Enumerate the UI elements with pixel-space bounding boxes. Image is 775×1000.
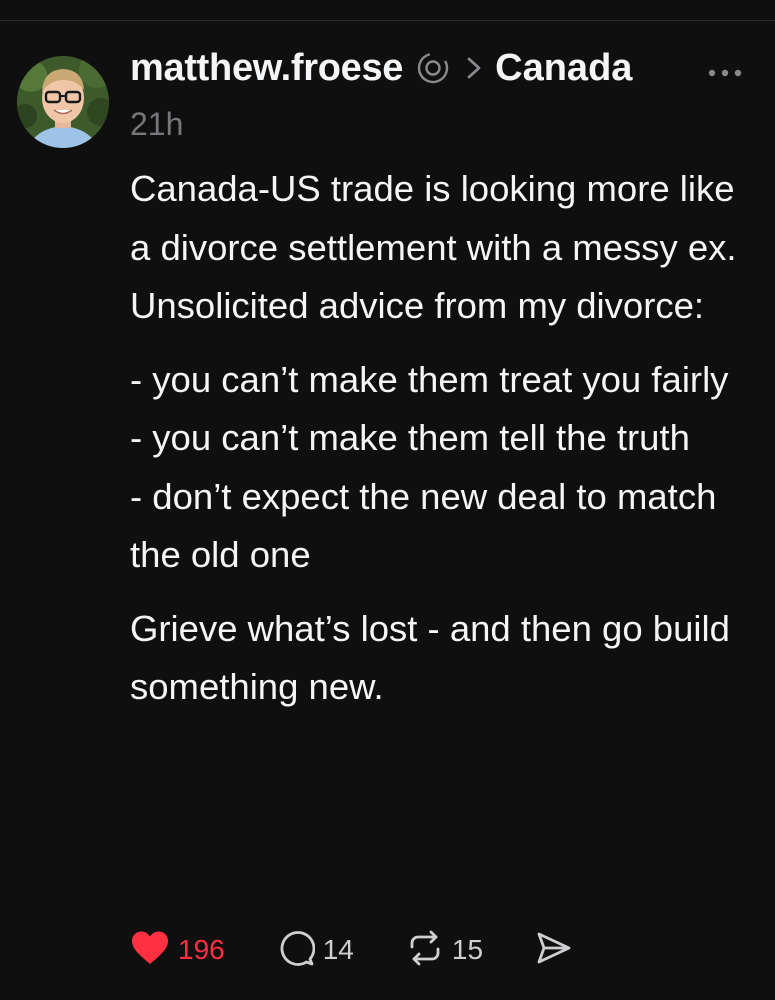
repost-button[interactable]: 15 [406, 929, 483, 972]
post-header: matthew.froese Canada [130, 44, 632, 92]
reply-button[interactable]: 14 [277, 929, 354, 972]
community-link[interactable]: Canada [495, 47, 632, 90]
post-paragraph: Grieve what’s lost - and then go build s… [130, 607, 730, 708]
like-button[interactable]: 196 [130, 930, 225, 971]
post-paragraph: Canada-US trade is looking more like a d… [130, 168, 737, 326]
like-count: 196 [178, 934, 225, 965]
post-list-item: - you can’t make them tell the truth [130, 417, 690, 458]
send-icon [535, 930, 573, 971]
comment-icon [277, 929, 315, 972]
repost-icon [406, 929, 444, 972]
repost-count: 15 [451, 934, 484, 965]
reply-count: 14 [322, 934, 354, 965]
post-timestamp: 21h [130, 106, 184, 142]
heart-filled-icon [130, 930, 170, 971]
action-bar: 196 14 15 [130, 928, 573, 972]
chevron-right-icon [465, 54, 485, 82]
post-list-item: - don’t expect the new deal to match the… [130, 475, 717, 576]
avatar-image [17, 56, 109, 148]
post-body: Canada-US trade is looking more like a d… [130, 160, 750, 717]
share-button[interactable] [535, 930, 573, 971]
top-divider [0, 20, 775, 21]
more-options-icon[interactable] [705, 58, 745, 88]
post-list-item: - you can’t make them treat you fairly [130, 358, 729, 400]
avatar[interactable] [17, 56, 109, 148]
threads-badge-icon [415, 50, 451, 86]
author-username[interactable]: matthew.froese [130, 47, 403, 90]
